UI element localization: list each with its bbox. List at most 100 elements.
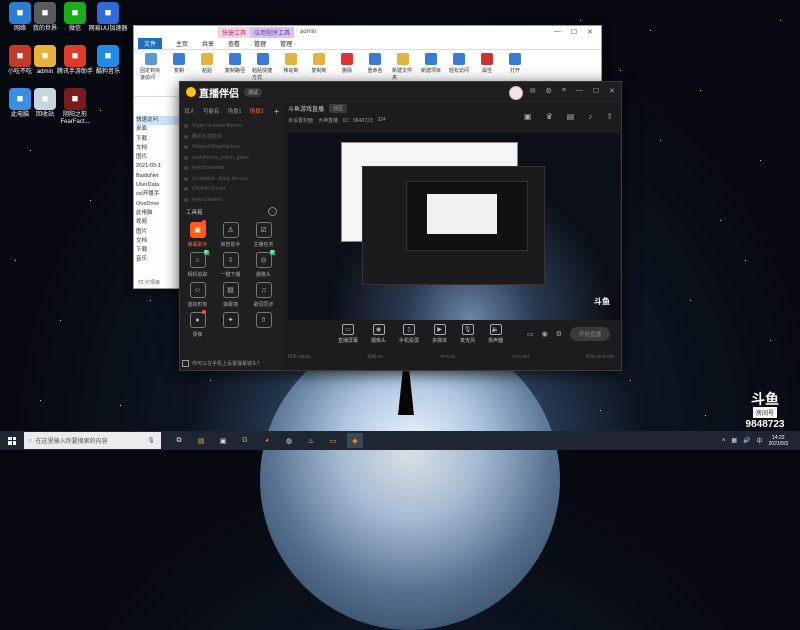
tool-button[interactable]: ▣ 弹幕助手 [181,220,214,248]
minimize-icon[interactable]: — [576,87,583,95]
scene-item[interactable]: zoplatforms_watch_game [184,153,279,164]
eye-icon[interactable] [184,187,188,192]
eye-icon[interactable] [184,124,188,129]
mail-icon[interactable]: ✉ [530,87,536,95]
nav-item[interactable]: 下载 [136,246,182,255]
game-app-icon[interactable]: ▣ [215,433,231,448]
add-scene-button[interactable]: + [274,107,279,116]
source-button[interactable]: 🎙 麦克风 [460,324,475,344]
nav-item[interactable]: 文档 [136,237,182,246]
explorer-tab[interactable]: 主页 [176,39,188,48]
more-icon[interactable]: ··· [268,207,277,216]
tool-button[interactable]: ⇩ 一键下播 [214,252,247,278]
scene-tab[interactable]: 场景2 [250,107,264,116]
share-icon[interactable]: ⇪ [606,112,613,121]
scene-tab[interactable]: 场景1 [228,107,242,116]
chrome-icon[interactable]: ◍ [281,433,297,448]
network-status-icon[interactable]: ▦ [731,437,737,444]
tool-button[interactable]: ♙ 房管助手 [214,222,247,248]
eye-icon[interactable] [184,176,188,181]
scene-tab[interactable]: 双人 [184,107,195,116]
folder-app-icon[interactable]: ▭ [325,433,341,448]
user-avatar[interactable] [509,86,523,100]
ime-icon[interactable]: 中 [757,436,763,445]
explorer-app-icon[interactable]: ▤ [193,433,209,448]
bell-icon[interactable]: ♪ [588,112,592,121]
eye-icon[interactable] [184,155,188,160]
scene-tab[interactable]: 可能有 [203,107,220,116]
nav-item[interactable]: 视频 [136,218,182,227]
scene-item[interactable]: FearScreened [184,163,279,174]
maximize-icon[interactable]: ☐ [593,87,599,95]
explorer-tab[interactable]: 共享 [202,39,214,48]
room-title[interactable]: 斗鱼游戏直播 [288,104,324,113]
source-button[interactable]: 🔈 扬声器 [488,324,503,344]
eye-icon[interactable] [184,166,188,171]
nav-item[interactable]: 2021-05-1 [136,162,182,171]
start-live-button[interactable]: 开始直播 [569,327,610,341]
settings-icon[interactable]: ⚙ [545,87,551,95]
volume-icon[interactable]: 🔊 [743,437,750,444]
scene-item[interactable]: WeaponShopFantasy [184,142,279,153]
microphone-icon[interactable]: 🎙 [147,437,155,444]
source-button[interactable]: ▭ 直播屏幕 [338,324,358,344]
scene-item[interactable]: Rhythm Doctor [184,184,279,195]
close-icon[interactable]: ✕ [587,28,593,36]
tool-button[interactable]: ☺ 虚拟形象 [181,282,214,308]
bottom-tip[interactable]: 你可以在手机上设置弹幕镜头？ [182,360,262,367]
maximize-icon[interactable]: ☐ [571,28,577,36]
nav-item[interactable]: ssl开播手 [136,190,182,199]
eye-icon[interactable] [184,145,188,150]
ribbon-button[interactable]: 固定到快速访问 [140,53,162,93]
scene-item[interactable]: Super Scheme Memes [184,121,279,132]
clock[interactable]: 14:22 2021/9/3 [769,435,788,447]
desktop-icon[interactable]: ■ 网易UU加速器 [86,2,130,33]
eye-icon[interactable] [184,197,188,202]
tool-button[interactable]: ● 录像 [181,310,214,338]
settings-icon[interactable]: ⚙ [556,330,562,338]
scene-item[interactable]: 腾讯手游助手 [184,132,279,143]
tool-button[interactable]: ▤ 弹幕墙 [214,282,247,308]
explorer-tab[interactable]: 查看 [228,39,240,48]
app-tools-tab[interactable]: 应用程序工具 [250,26,295,38]
douyu-app-icon[interactable]: ◆ [347,433,363,448]
taskbar-search[interactable]: ○ 在这里输入你要搜索的内容 🎙 [24,432,161,449]
nav-item[interactable]: 文档 [136,144,182,153]
nav-item[interactable]: OneDrive [136,200,182,209]
nav-item[interactable]: 图片 [136,228,182,237]
tool-button[interactable]: ⇧ [247,312,280,338]
tip-checkbox[interactable] [182,360,189,367]
source-button[interactable]: ▶ 多媒体 [432,324,447,344]
douyu-companion-window[interactable]: 直播伴侣 测试 ✉ ⚙ ≡ — ☐ ✕ 双人 可能有 场景1 场景2 + Super S… [179,81,622,371]
trophy-icon[interactable]: ♛ [546,112,553,121]
eye-icon[interactable]: ◉ [542,330,548,338]
tool-button[interactable]: ✦ [214,312,247,338]
firefox-icon[interactable]: ◕ [259,433,275,448]
douyu-titlebar[interactable]: 直播伴侣 测试 ✉ ⚙ ≡ — ☐ ✕ [180,82,621,102]
tool-button[interactable]: ⌂ 新相机追踪 [181,250,214,278]
chart-icon[interactable]: ▤ [567,112,575,121]
nav-item[interactable]: 下载 [136,135,182,144]
chevron-up-icon[interactable]: ˄ [722,438,726,444]
task-view-icon[interactable]: ⧉ [171,433,187,448]
start-button[interactable] [0,436,24,445]
explorer-tab[interactable]: 文件 [138,38,163,49]
quick-tools-tab[interactable]: 快捷工具 [218,26,251,38]
scene-item[interactable]: Fear-Unrated [184,195,279,206]
minimize-icon[interactable]: — [554,28,561,36]
nav-item[interactable]: BaiduNet [136,172,182,181]
explorer-tab[interactable]: 管理 [280,39,292,48]
eye-icon[interactable] [184,134,188,139]
tool-button[interactable]: ◎ 新摄像头 [247,250,280,278]
g-app-icon[interactable]: G [237,433,253,448]
nav-item[interactable]: 桌面 [136,125,182,134]
tool-button[interactable]: ☑ 主播任务 [247,222,280,248]
close-icon[interactable]: ✕ [609,87,615,95]
menu-icon[interactable]: ≡ [562,87,566,95]
source-button[interactable]: ◉ 摄像头 [371,324,386,344]
explorer-tab[interactable]: 管理 [254,39,266,48]
source-button[interactable]: ▯ 手机投屏 [399,324,419,344]
tool-button[interactable]: ♫ 歌词同步 [247,282,280,308]
nav-item[interactable]: 快速访问 [136,116,182,126]
nav-item[interactable]: UserData [136,181,182,190]
